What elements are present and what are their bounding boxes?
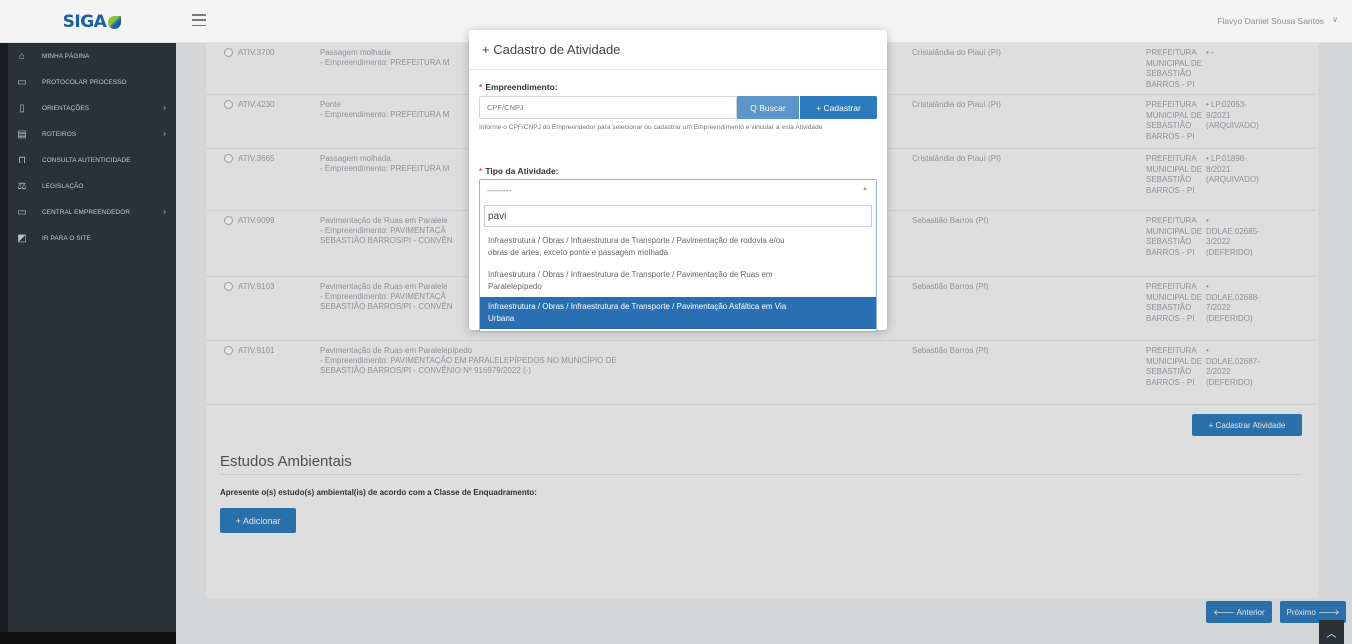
sidebar-item[interactable]: ▭ PROTOCOLAR PROCESSO [8, 69, 176, 95]
logo[interactable]: SIGA [8, 0, 176, 43]
empreendimento-label: * Empreendimento: [479, 82, 558, 92]
sidebar-item-label: IR PARA O SITE [42, 234, 91, 242]
chevron-right-icon: › [163, 129, 166, 138]
dropdown-option-line: obras de artes, exceto ponte e passagem … [488, 248, 669, 257]
dropdown-option-line: Urbana [488, 314, 515, 323]
user-menu-caret-icon[interactable]: ∨ [1332, 15, 1338, 24]
sidebar-item[interactable]: ◩ IR PARA O SITE [8, 225, 176, 251]
dropdown-option-line: Infraestrutura / Obras / Infraestrutura … [488, 236, 785, 245]
book-icon: ▯ [19, 102, 25, 114]
buscar-button[interactable]: Q Buscar [737, 96, 799, 119]
dropdown-option[interactable]: Infraestrutura / Obras / Infraestrutura … [480, 232, 876, 262]
user-name[interactable]: Flavyo Daniel Sousa Santos [1217, 16, 1324, 26]
sidebar-item-label: MINHA PÁGINA [42, 52, 90, 60]
document-icon: ▤ [17, 128, 27, 140]
cpf-cnpj-input[interactable]: CPF/CNPJ [479, 96, 737, 119]
dropdown-option-line: Infraestrutura / Obras / Infraestrutura … [488, 270, 773, 279]
sidebar-item[interactable]: ⚖ LEGISLAÇÃO [8, 173, 176, 199]
sidebar-item-label: ORIENTAÇÕES [42, 104, 90, 112]
sidebar-item[interactable]: ▤ ROTEIROS › [8, 121, 176, 147]
sidebar-item-label: LEGISLAÇÃO [42, 182, 84, 190]
menu-toggle-icon[interactable] [192, 14, 206, 26]
dropdown-option[interactable]: Infraestrutura / Obras / Infraestrutura … [480, 297, 876, 329]
dropdown-option-text: Infraestrutura / Obras / Infraestrutura … [488, 235, 785, 259]
cadastrar-empreendimento-button[interactable]: + Cadastrar [800, 96, 877, 119]
dropdown-option[interactable]: Infraestrutura / Obras / Infraestrutura … [480, 266, 876, 296]
scale-icon: ⚖ [17, 180, 27, 192]
logo-text: SIGA [62, 11, 107, 32]
sidebar-item-label: CENTRAL EMPREENDEDOR [42, 208, 131, 216]
tipo-atividade-dropdown: pavi Infraestrutura / Obras / Infraestru… [479, 200, 877, 332]
sidebar-item[interactable]: ▭ CENTRAL EMPREENDEDOR › [8, 199, 176, 225]
tipo-atividade-label-text: Tipo da Atividade: [485, 166, 559, 176]
sidebar: ⌂ MINHA PÁGINA ▭ PROTOCOLAR PROCESSO ▯ ORIENT… [8, 43, 176, 644]
cpf-help-text: Informe o CPF/CNPJ do Empreendedor para … [479, 124, 823, 131]
chevron-right-icon: › [163, 103, 166, 112]
lock-icon: ⊓ [18, 154, 26, 166]
sidebar-item-label: CONSULTA AUTENTICIDADE [42, 156, 131, 164]
dropdown-option-line: Paralelepípedo [488, 282, 542, 291]
dropdown-option-line: Infraestrutura / Obras / Infraestrutura … [488, 302, 787, 311]
dropdown-search-input[interactable]: pavi [484, 205, 872, 227]
select-value: --------- [487, 185, 511, 195]
modal-title: + Cadastro de Atividade [482, 42, 621, 57]
select-caret-icon: ▲ [862, 186, 868, 192]
dropdown-option-text: Infraestrutura / Obras / Infraestrutura … [488, 269, 773, 293]
folder-icon: ▭ [17, 76, 27, 88]
scroll-top-button[interactable]: ︿ [1319, 620, 1344, 644]
left-edge-strip [0, 0, 8, 644]
sidebar-bottom-strip [0, 632, 176, 644]
required-mark: * [479, 82, 483, 92]
sidebar-item-label: ROTEIROS [42, 130, 77, 138]
chevron-right-icon: › [163, 207, 166, 216]
sidebar-item[interactable]: ⌂ MINHA PÁGINA [8, 43, 176, 69]
monitor-icon: ▭ [17, 206, 27, 218]
dropdown-option-text: Infraestrutura / Obras / Infraestrutura … [488, 301, 786, 325]
sidebar-item-label: PROTOCOLAR PROCESSO [42, 78, 127, 86]
modal-header: + Cadastro de Atividade [469, 30, 887, 70]
external-site-icon: ◩ [17, 232, 27, 244]
sidebar-item[interactable]: ▯ ORIENTAÇÕES › [8, 95, 176, 121]
logo-leaf-icon [108, 16, 122, 29]
tipo-atividade-select[interactable]: --------- ▲ [479, 179, 877, 201]
required-mark: * [479, 166, 483, 176]
home-icon: ⌂ [18, 50, 26, 62]
tipo-atividade-label: * Tipo da Atividade: [479, 166, 559, 176]
empreendimento-label-text: Empreendimento: [485, 82, 558, 92]
sidebar-item[interactable]: ⊓ CONSULTA AUTENTICIDADE [8, 147, 176, 173]
